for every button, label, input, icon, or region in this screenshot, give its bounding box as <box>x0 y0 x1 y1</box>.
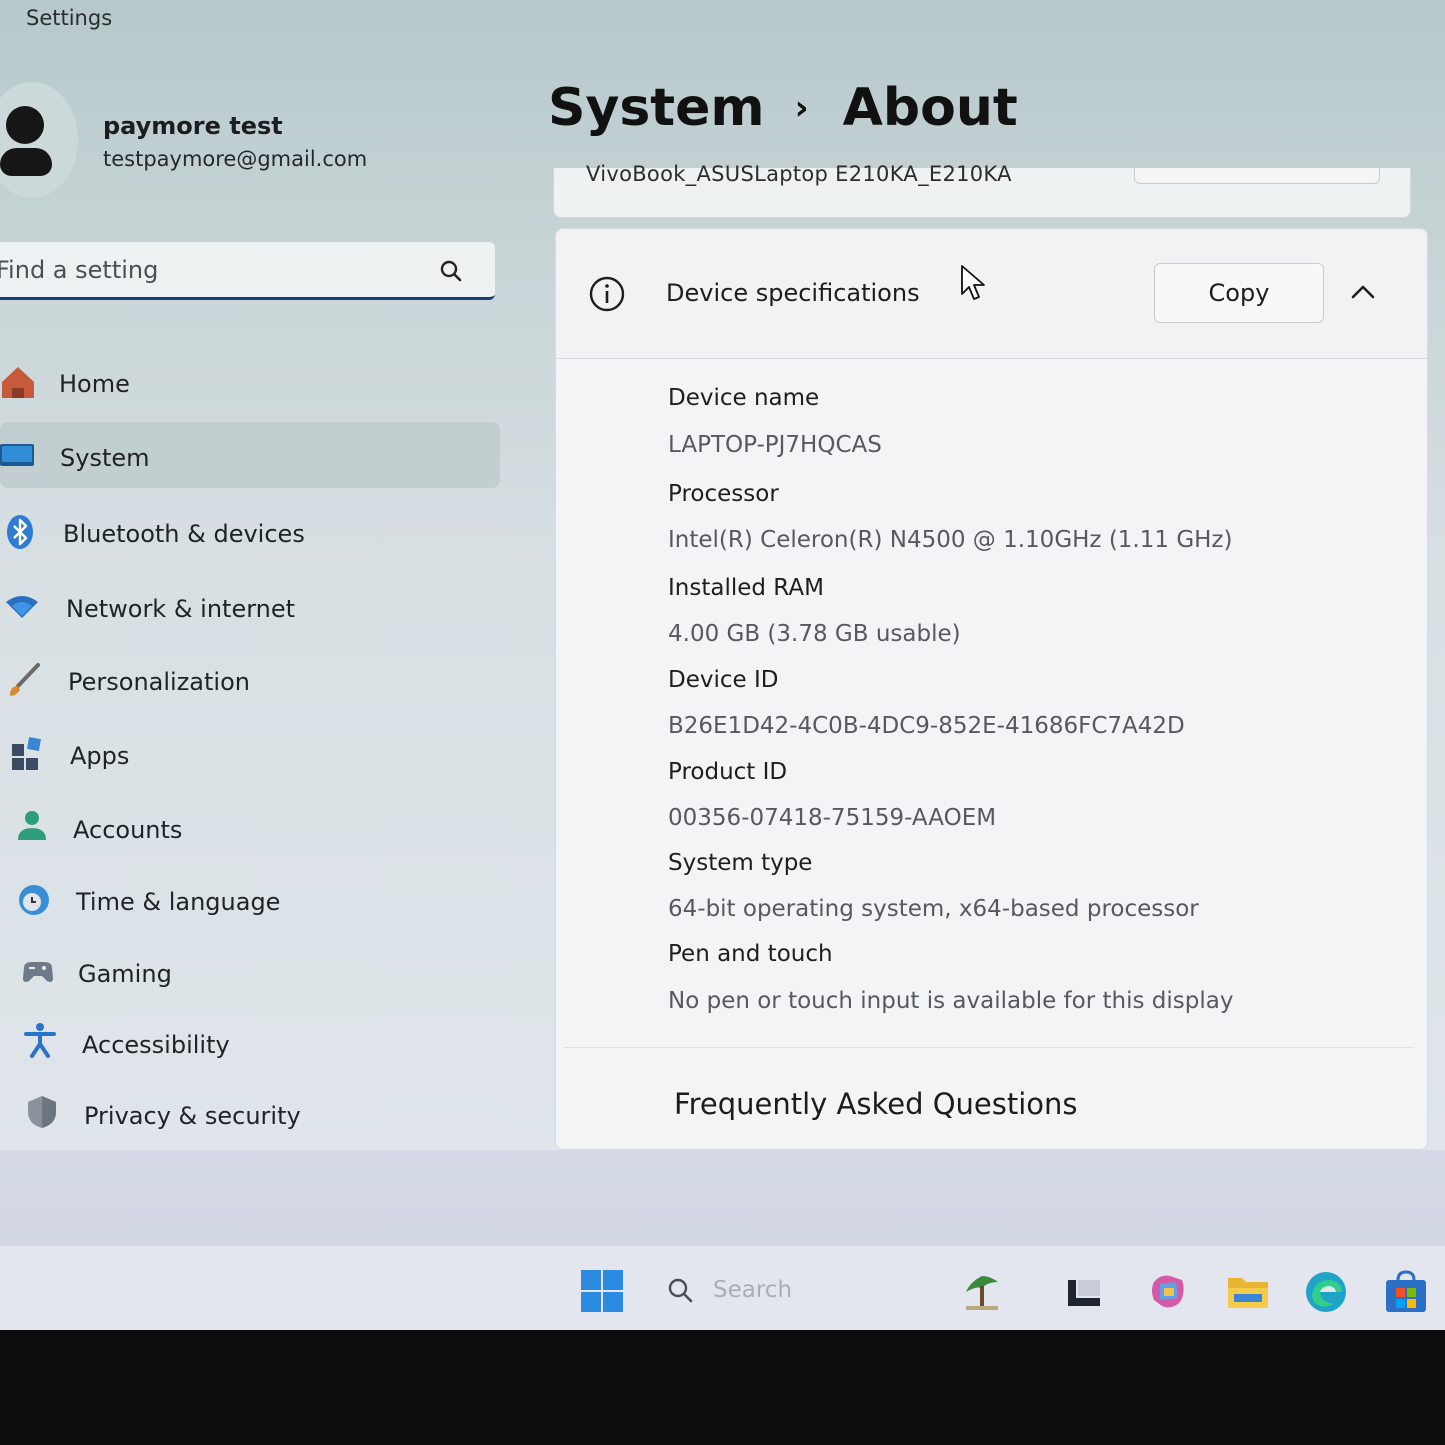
search-box[interactable] <box>0 242 495 300</box>
spec-value: No pen or touch input is available for t… <box>668 988 1234 1014</box>
spec-label: Pen and touch <box>668 941 833 967</box>
info-icon <box>589 276 625 312</box>
sidebar-item-network[interactable]: Network & internet <box>0 574 500 640</box>
sidebar-item-apps[interactable]: Apps <box>0 722 500 788</box>
window-title: Settings <box>26 6 113 30</box>
sidebar-item-personalization[interactable]: Personalization <box>0 648 500 714</box>
accessibility-icon <box>24 1023 56 1058</box>
spec-value: 4.00 GB (3.78 GB usable) <box>668 621 961 647</box>
screen: Settings paymore test testpaymore@gmail.… <box>0 0 1445 1330</box>
device-specifications-header[interactable]: Device specifications Copy <box>556 229 1427 359</box>
sidebar-item-label: Accessibility <box>82 1031 230 1059</box>
breadcrumb-parent[interactable]: System <box>548 78 765 138</box>
spec-label: Installed RAM <box>668 575 824 601</box>
user-name: paymore test <box>103 112 283 140</box>
sidebar-item-system[interactable]: System <box>0 422 500 488</box>
spec-value: B26E1D42-4C0B-4DC9-852E-41686FC7A42D <box>668 713 1185 739</box>
monitor-icon <box>0 444 34 466</box>
avatar-head <box>6 106 44 144</box>
search-icon[interactable] <box>438 258 464 284</box>
task-view-icon[interactable] <box>1062 1270 1106 1314</box>
start-icon[interactable] <box>581 1270 623 1312</box>
copy-button[interactable]: Copy <box>1154 263 1324 323</box>
avatar[interactable] <box>0 82 78 198</box>
spec-label: Device name <box>668 385 820 411</box>
sidebar-item-time-language[interactable]: Time & language <box>0 868 500 934</box>
file-explorer-icon[interactable] <box>1226 1270 1270 1314</box>
avatar-body <box>0 148 52 176</box>
spec-value: 64-bit operating system, x64-based proce… <box>668 896 1199 922</box>
spec-value: LAPTOP-PJ7HQCAS <box>668 432 882 458</box>
sidebar-item-accessibility[interactable]: Accessibility <box>0 1010 500 1076</box>
mouse-cursor-icon <box>961 265 985 300</box>
sidebar-item-label: Personalization <box>68 668 250 696</box>
sidebar-item-label: Network & internet <box>66 595 296 623</box>
sidebar-item-label: Accounts <box>73 816 183 844</box>
sidebar-item-label: Bluetooth & devices <box>63 520 305 548</box>
home-icon <box>2 367 34 398</box>
apps-icon <box>12 737 41 770</box>
store-icon[interactable] <box>1384 1270 1428 1314</box>
widgets-icon[interactable] <box>960 1270 1004 1314</box>
sidebar-item-privacy[interactable]: Privacy & security <box>0 1080 500 1146</box>
sidebar-item-gaming[interactable]: Gaming <box>0 940 500 1006</box>
globe-clock-icon <box>19 885 49 915</box>
device-model: VivoBook_ASUSLaptop E210KA_E210KA <box>586 162 1012 186</box>
settings-window: Settings paymore test testpaymore@gmail.… <box>0 0 1445 1150</box>
chevron-up-icon[interactable] <box>1350 283 1376 301</box>
sidebar-item-label: Apps <box>70 742 130 770</box>
spec-value: 00356-07418-75159-AAOEM <box>668 805 997 831</box>
breadcrumb: System › About <box>548 78 1018 138</box>
wifi-icon <box>6 596 38 618</box>
sidebar-item-label: System <box>60 444 150 472</box>
sidebar-item-accounts[interactable]: Accounts <box>0 796 500 862</box>
faq-title: Frequently Asked Questions <box>674 1087 1078 1121</box>
search-input[interactable] <box>0 254 416 286</box>
person-icon <box>18 811 46 840</box>
controller-icon <box>23 962 53 982</box>
spec-label: Processor <box>668 481 779 507</box>
bluetooth-icon <box>7 515 33 549</box>
sidebar-item-label: Gaming <box>78 960 172 988</box>
divider <box>564 1047 1414 1048</box>
spec-label: Device ID <box>668 667 779 693</box>
rename-button[interactable] <box>1134 168 1380 184</box>
sidebar-item-bluetooth[interactable]: Bluetooth & devices <box>0 498 500 564</box>
page-title: About <box>842 78 1018 138</box>
section-title: Device specifications <box>666 279 920 307</box>
copilot-icon[interactable] <box>1146 1270 1190 1314</box>
spec-value: Intel(R) Celeron(R) N4500 @ 1.10GHz (1.1… <box>668 527 1233 553</box>
device-card: VivoBook_ASUSLaptop E210KA_E210KA <box>553 162 1411 218</box>
sidebar-item-home[interactable]: Home <box>0 350 500 416</box>
sidebar-item-label: Time & language <box>76 888 281 916</box>
sidebar-item-label: Privacy & security <box>84 1102 301 1130</box>
taskbar-search-box[interactable]: Search <box>713 1277 792 1303</box>
user-email: testpaymore@gmail.com <box>103 147 368 171</box>
shield-icon <box>28 1096 56 1128</box>
laptop-bezel <box>0 1330 1445 1445</box>
edge-icon[interactable] <box>1304 1270 1348 1314</box>
brush-icon <box>10 663 40 696</box>
breadcrumb-separator-icon: › <box>794 88 809 128</box>
spec-label: Product ID <box>668 759 788 785</box>
spec-label: System type <box>668 850 813 876</box>
sidebar-item-label: Home <box>59 370 130 398</box>
search-icon[interactable] <box>666 1276 694 1304</box>
device-specifications-card: Device specifications Copy Device name L… <box>555 228 1428 1150</box>
taskbar: Search <box>0 1245 1445 1330</box>
